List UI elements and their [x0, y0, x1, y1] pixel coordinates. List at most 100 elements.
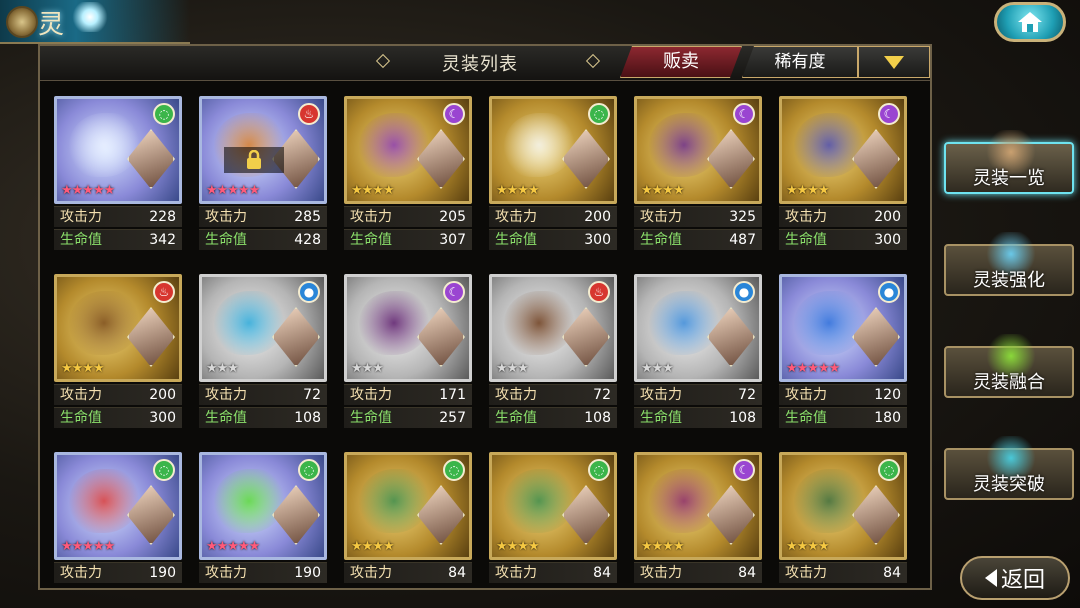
attack-label: 攻击力: [640, 387, 682, 403]
equipment-item-image: [214, 291, 284, 355]
hp-row: 生命值 108: [199, 407, 327, 428]
side-menu-item[interactable]: 灵装强化: [944, 232, 1074, 296]
hp-label: 生命值: [60, 232, 102, 248]
triangle-down-icon: [884, 55, 904, 69]
side-menu-label: 灵装融合: [973, 372, 1045, 393]
equipment-art: ◌ ★★★★: [489, 452, 617, 560]
side-menu-item[interactable]: 灵装一览: [944, 130, 1074, 194]
attack-label: 攻击力: [495, 565, 537, 581]
hp-row: 生命值 180: [779, 407, 907, 428]
equipment-card[interactable]: ◌ ★★★★★ 攻击力 190: [54, 452, 182, 583]
sort-dropdown-button[interactable]: [858, 46, 930, 78]
green-element-icon: ◌: [443, 459, 465, 481]
attack-row: 攻击力 72: [489, 384, 617, 405]
attack-row: 攻击力 84: [489, 562, 617, 583]
purple-element-icon: ☾: [443, 281, 465, 303]
rarity-stars: ★★★★: [786, 183, 830, 198]
red-element-icon: ♨: [588, 281, 610, 303]
screen-title: 灵: [38, 10, 65, 40]
hp-label: 生命值: [640, 232, 682, 248]
hp-label: 生命值: [205, 410, 247, 426]
equipment-item-image: [69, 469, 139, 533]
equipment-card[interactable]: ◌ ★★★★★ 攻击力 190: [199, 452, 327, 583]
equipment-card[interactable]: ◌ ★★★★ 攻击力 84: [779, 452, 907, 583]
equipment-art: ● ★★★: [634, 274, 762, 382]
side-menu-item[interactable]: 灵装突破: [944, 436, 1074, 500]
rarity-stars: ★★★: [206, 361, 239, 376]
attack-row: 攻击力 190: [54, 562, 182, 583]
attack-row: 攻击力 84: [634, 562, 762, 583]
purple-element-icon: ☾: [878, 103, 900, 125]
equipment-item-image: [649, 291, 719, 355]
attack-row: 攻击力 285: [199, 206, 327, 227]
hp-row: 生命值 108: [489, 407, 617, 428]
equipment-item-image: [649, 113, 719, 177]
back-button[interactable]: 返回: [960, 556, 1070, 600]
rarity-stars: ★★★★: [351, 183, 395, 198]
rarity-stars: ★★★: [641, 361, 674, 376]
attack-row: 攻击力 228: [54, 206, 182, 227]
rarity-stars: ★★★★★: [206, 539, 260, 554]
home-button[interactable]: [994, 2, 1066, 42]
attack-value: 84: [448, 565, 466, 581]
equipment-card[interactable]: ♨ ★★★ 攻击力 72 生命值 108: [489, 274, 617, 428]
attack-row: 攻击力 171: [344, 384, 472, 405]
attack-value: 72: [303, 387, 321, 403]
equipment-card[interactable]: ◌ ★★★★ 攻击力 84: [489, 452, 617, 583]
equipment-card[interactable]: ◌ ★★★★ 攻击力 200 生命值 300: [489, 96, 617, 250]
sell-button[interactable]: 贩卖: [620, 46, 742, 78]
equipment-card[interactable]: ☾ ★★★★ 攻击力 84: [634, 452, 762, 583]
green-element-icon: ◌: [298, 459, 320, 481]
rarity-stars: ★★★★: [351, 539, 395, 554]
equipment-card[interactable]: ◌ ★★★★ 攻击力 84: [344, 452, 472, 583]
hp-row: 生命值 307: [344, 229, 472, 250]
equipment-art: ● ★★★: [199, 274, 327, 382]
attack-label: 攻击力: [205, 387, 247, 403]
equipment-card[interactable]: ☾ ★★★★ 攻击力 200 生命值 300: [779, 96, 907, 250]
attack-row: 攻击力 325: [634, 206, 762, 227]
equipment-art: ◌ ★★★★★: [54, 452, 182, 560]
equipment-art: ● ★★★★★: [779, 274, 907, 382]
equipment-item-image: [69, 291, 139, 355]
equipment-card[interactable]: ● ★★★ 攻击力 72 生命值 108: [634, 274, 762, 428]
equipment-item-image: [214, 469, 284, 533]
equipment-card[interactable]: ☾ ★★★★ 攻击力 205 生命值 307: [344, 96, 472, 250]
equipment-art: ☾ ★★★★: [344, 96, 472, 204]
side-menu-item[interactable]: 灵装融合: [944, 334, 1074, 398]
green-element-icon: ◌: [153, 459, 175, 481]
attack-row: 攻击力 200: [54, 384, 182, 405]
hp-label: 生命值: [350, 410, 392, 426]
purple-element-icon: ☾: [443, 103, 465, 125]
equipment-item-image: [504, 291, 574, 355]
attack-row: 攻击力 72: [199, 384, 327, 405]
equipment-art: ♨ ★★★★★: [199, 96, 327, 204]
side-menu-label: 灵装一览: [973, 168, 1045, 189]
hp-label: 生命值: [640, 410, 682, 426]
green-element-icon: ◌: [588, 103, 610, 125]
equipment-card[interactable]: ● ★★★★★ 攻击力 120 生命值 180: [779, 274, 907, 428]
rarity-stars: ★★★★★: [786, 361, 840, 376]
equipment-card[interactable]: ☾ ★★★ 攻击力 171 生命值 257: [344, 274, 472, 428]
equipment-item-image: [794, 469, 864, 533]
equipment-card[interactable]: ♨ ★★★★★ 攻击力 285 生命值 428: [199, 96, 327, 250]
equipment-art: ◌ ★★★★: [344, 452, 472, 560]
lock-icon: [224, 147, 284, 173]
equipment-card[interactable]: ● ★★★ 攻击力 72 生命值 108: [199, 274, 327, 428]
green-element-icon: ◌: [878, 459, 900, 481]
attack-label: 攻击力: [60, 209, 102, 225]
hp-value: 108: [584, 410, 611, 426]
attack-value: 200: [149, 387, 176, 403]
blue-element-icon: ●: [878, 281, 900, 303]
attack-row: 攻击力 72: [634, 384, 762, 405]
attack-value: 200: [874, 209, 901, 225]
equipment-card[interactable]: ☾ ★★★★ 攻击力 325 生命值 487: [634, 96, 762, 250]
equipment-art: ☾ ★★★★: [634, 96, 762, 204]
sort-rarity-button[interactable]: 稀有度: [742, 46, 858, 78]
equipment-card[interactable]: ◌ ★★★★★ 攻击力 228 生命值 342: [54, 96, 182, 250]
attack-label: 攻击力: [495, 209, 537, 225]
hp-row: 生命值 342: [54, 229, 182, 250]
equipment-art: ☾ ★★★: [344, 274, 472, 382]
equipment-card[interactable]: ♨ ★★★★ 攻击力 200 生命值 300: [54, 274, 182, 428]
hp-label: 生命值: [495, 410, 537, 426]
hp-value: 108: [294, 410, 321, 426]
